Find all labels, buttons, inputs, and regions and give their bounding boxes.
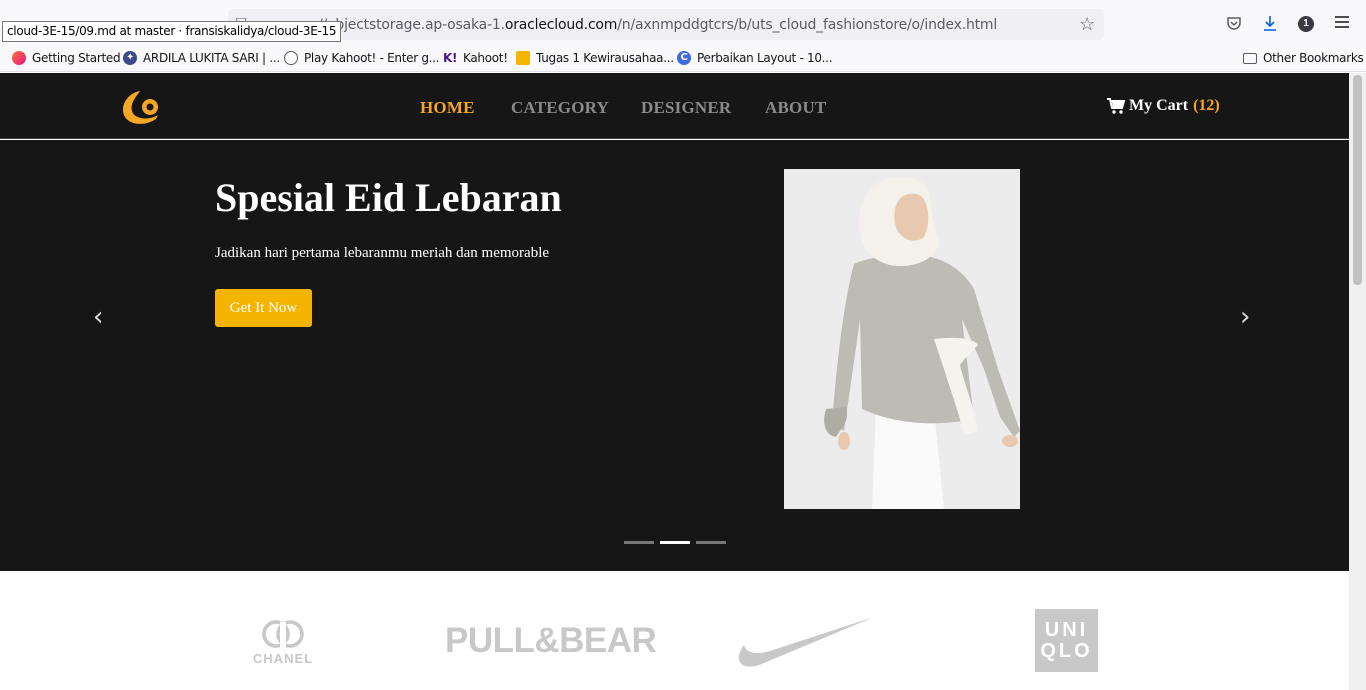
pocket-icon[interactable]	[1226, 15, 1242, 31]
kahoot-icon: K!	[443, 51, 458, 65]
chanel-logo: CHANEL	[253, 620, 313, 666]
carousel-indicators	[624, 541, 726, 544]
carousel-indicator-1[interactable]	[624, 541, 654, 544]
get-it-now-button[interactable]: Get It Now	[215, 289, 312, 327]
web-page: HOME CATEGORY DESIGNER ABOUT My Cart (12…	[0, 73, 1349, 690]
carousel-next-icon[interactable]: ›	[1240, 302, 1250, 332]
firefox-icon	[12, 51, 26, 65]
nav-home[interactable]: HOME	[420, 98, 475, 118]
canva-icon: C	[677, 51, 691, 65]
site-navbar: HOME CATEGORY DESIGNER ABOUT My Cart (12…	[0, 73, 1349, 139]
slides-icon	[516, 51, 530, 65]
folder-icon	[1243, 52, 1257, 64]
hero-subtitle: Jadikan hari pertama lebaranmu meriah da…	[215, 245, 550, 261]
bookmark-play-kahoot[interactable]: Play Kahoot! - Enter g...	[284, 51, 440, 65]
account-icon[interactable]: 1	[1298, 16, 1314, 32]
nav-designer[interactable]: DESIGNER	[641, 98, 731, 118]
university-icon: ✦	[123, 51, 137, 65]
carousel-prev-icon[interactable]: ‹	[93, 302, 103, 332]
download-icon[interactable]	[1262, 15, 1278, 33]
carousel-indicator-3[interactable]	[696, 541, 726, 544]
bookmark-getting-started[interactable]: Getting Started	[12, 51, 121, 65]
cart-count: (12)	[1193, 97, 1220, 114]
cart-icon	[1107, 98, 1126, 114]
cart-link[interactable]: My Cart (12)	[1107, 97, 1220, 115]
bookmark-ardila[interactable]: ✦ ARDILA LUKITA SARI | ...	[123, 51, 280, 65]
bookmark-perbaikan[interactable]: C Perbaikan Layout - 10...	[677, 51, 833, 65]
scrollbar-thumb[interactable]	[1353, 75, 1362, 285]
bookmark-star-icon[interactable]: ☆	[1079, 14, 1095, 35]
chanel-logo-text: CHANEL	[253, 651, 313, 666]
cart-label: My Cart	[1129, 97, 1189, 114]
url-text[interactable]: //objectstorage.ap-osaka-1.oraclecloud.c…	[318, 17, 997, 33]
carousel-indicator-2[interactable]	[660, 541, 690, 544]
hero-carousel: Spesial Eid Lebaran Jadikan hari pertama…	[0, 140, 1349, 571]
hero-product-image	[784, 169, 1020, 509]
bookmarks-bar: Getting Started ✦ ARDILA LUKITA SARI | ..…	[0, 46, 1366, 72]
link-tooltip: cloud-3E-15/09.md at master · fransiskal…	[2, 21, 342, 42]
menu-icon[interactable]	[1334, 15, 1350, 29]
nav-category[interactable]: CATEGORY	[511, 98, 609, 118]
bookmark-tugas[interactable]: Tugas 1 Kewirausahaa...	[516, 51, 674, 65]
other-bookmarks[interactable]: Other Bookmarks	[1243, 51, 1364, 65]
hero-title: Spesial Eid Lebaran	[215, 175, 562, 220]
nav-about[interactable]: ABOUT	[765, 98, 826, 118]
site-logo[interactable]	[120, 87, 162, 127]
uniqlo-logo: UNI QLO	[1035, 609, 1098, 672]
nike-logo	[738, 617, 874, 667]
browser-toolbar: ⛉ 🔒︎ //objectstorage.ap-osaka-1.oraclecl…	[0, 0, 1366, 46]
globe-icon	[284, 51, 298, 65]
brand-logos: CHANEL PULL&BEAR UNI QLO	[0, 571, 1349, 690]
bookmark-kahoot[interactable]: K! Kahoot!	[443, 51, 508, 65]
pullbear-logo: PULL&BEAR	[445, 621, 657, 660]
